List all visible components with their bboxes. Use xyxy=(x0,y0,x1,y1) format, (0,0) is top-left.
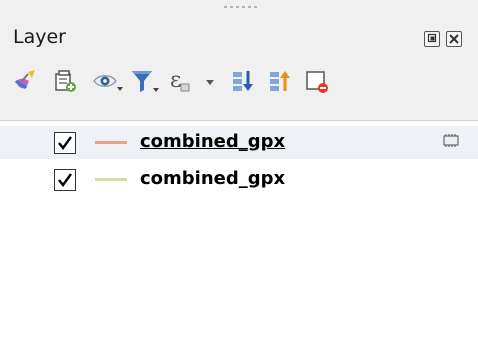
line-symbol-swatch xyxy=(95,178,127,181)
remove-layer-button[interactable] xyxy=(302,62,332,100)
filter-legend-icon xyxy=(132,71,159,92)
layer-name[interactable]: combined_gpx xyxy=(140,131,285,152)
close-panel-button[interactable] xyxy=(446,31,462,47)
add-group-button[interactable] xyxy=(50,62,80,100)
add-group-icon xyxy=(55,70,76,92)
checkmark-icon xyxy=(58,173,72,187)
layer-indicator-button[interactable] xyxy=(440,131,462,151)
filter-by-expression-icon: ε xyxy=(170,68,190,93)
panel-title: Layer xyxy=(13,26,66,48)
layer-row[interactable]: combined_gpx xyxy=(0,163,478,196)
style-panel-button[interactable] xyxy=(10,62,40,100)
collapse-all-icon xyxy=(270,71,290,91)
expand-all-button[interactable] xyxy=(228,62,258,100)
restore-icon xyxy=(427,33,437,43)
line-symbol-swatch xyxy=(95,141,127,144)
remove-layer-icon xyxy=(306,71,328,93)
svg-text:ε: ε xyxy=(170,68,181,93)
dock-drag-handle[interactable] xyxy=(222,6,258,10)
layer-visibility-checkbox[interactable] xyxy=(54,132,76,154)
manage-visibility-button[interactable] xyxy=(90,62,123,100)
collapse-all-button[interactable] xyxy=(265,62,295,100)
filter-legend-button[interactable] xyxy=(128,62,159,100)
manage-visibility-icon xyxy=(93,75,123,91)
panel-titlebar: Layer xyxy=(0,18,478,58)
style-paintbrush-icon xyxy=(14,70,35,90)
checkmark-icon xyxy=(58,136,72,150)
chevron-down-icon xyxy=(206,80,214,85)
expression-dropdown-arrow[interactable] xyxy=(203,62,217,100)
layers-toolbar: ε xyxy=(0,62,478,104)
layer-name[interactable]: combined_gpx xyxy=(140,168,285,189)
layer-tree: combined_gpx combined_gpx xyxy=(0,120,478,341)
layer-row[interactable]: combined_gpx xyxy=(0,126,478,159)
close-icon xyxy=(449,34,459,44)
expand-all-icon xyxy=(233,71,253,91)
float-panel-button[interactable] xyxy=(424,31,440,47)
layer-visibility-checkbox[interactable] xyxy=(54,169,76,191)
embedded-layer-indicator-icon xyxy=(443,134,459,147)
filter-by-expression-button[interactable]: ε xyxy=(166,62,196,100)
